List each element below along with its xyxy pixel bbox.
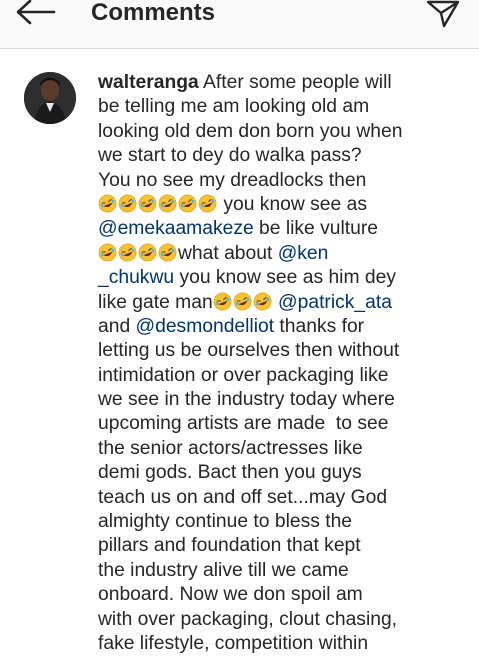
- rolling-on-floor-laughing-emoji-icon: [213, 292, 232, 311]
- mention-link[interactable]: @patrick_ata: [278, 292, 392, 313]
- mention-link[interactable]: @emekaamakeze: [98, 218, 254, 239]
- comment-text-segment: what about: [178, 242, 278, 264]
- comment-line: pillars and foundation that kept: [98, 534, 448, 558]
- comment-text-segment: intimidation or over packaging like: [98, 364, 389, 386]
- comment-line: almighty continue to bless the: [98, 510, 448, 534]
- comment-text: walteranga After some people will be tell…: [98, 71, 448, 656]
- comment-line: with over packaging, clout chasing,: [98, 608, 448, 632]
- mention-link[interactable]: @ken: [278, 243, 329, 264]
- comment-line: upcoming artists are made to see: [98, 412, 448, 436]
- comment-text-segment: thanks for: [274, 315, 365, 337]
- comment-line: we see in the industry today where: [98, 388, 448, 412]
- share-button[interactable]: [425, 0, 461, 28]
- mention-link[interactable]: @desmondelliot: [136, 316, 275, 337]
- comment-username[interactable]: walteranga: [98, 72, 199, 93]
- comment-text-segment: fake lifestyle, competition within: [98, 632, 369, 654]
- comments-header: Comments: [0, 0, 479, 49]
- rolling-on-floor-laughing-emoji-icon: [118, 243, 137, 262]
- comment-line: like gate man @patrick_ata: [98, 291, 448, 315]
- comment-text-segment: we start to dey do walka pass?: [98, 145, 362, 167]
- comment-line: we start to dey do walka pass?: [98, 144, 448, 168]
- rolling-on-floor-laughing-emoji-icon: [233, 292, 252, 311]
- rolling-on-floor-laughing-emoji-icon: [138, 243, 157, 262]
- comment-text-segment: almighty continue to bless the: [98, 511, 353, 533]
- comment-text-segment: be like vulture: [253, 218, 379, 240]
- comment-line: demi gods. Bact then you guys: [98, 461, 448, 485]
- comment-text-segment: the industry alive till we came: [98, 559, 349, 581]
- rolling-on-floor-laughing-emoji-icon: [138, 194, 157, 213]
- comment-text-segment: like gate man: [98, 291, 213, 313]
- comment-text-segment: with over packaging, clout chasing,: [98, 608, 398, 630]
- comment-text-segment: the senior actors/actresses like: [98, 437, 363, 459]
- rolling-on-floor-laughing-emoji-icon: [253, 292, 272, 311]
- comment-line: what about @ken: [98, 242, 448, 266]
- comment-line: fake lifestyle, competition within: [98, 632, 448, 656]
- avatar[interactable]: [24, 72, 76, 124]
- comment-line: intimidation or over packaging like: [98, 364, 448, 388]
- comment-line: walteranga After some people will: [98, 71, 448, 95]
- rolling-on-floor-laughing-emoji-icon: [178, 194, 197, 213]
- comment-line: the senior actors/actresses like: [98, 437, 448, 461]
- rolling-on-floor-laughing-emoji-icon: [198, 194, 217, 213]
- comment-text-segment: and: [98, 315, 136, 337]
- comment-text-segment: pillars and foundation that kept: [98, 535, 361, 557]
- comment-text-segment: onboard. Now we don spoil am: [98, 584, 363, 606]
- profile-photo: [24, 72, 76, 124]
- comment-line: looking old dem don born you when: [98, 120, 448, 144]
- comment-text-segment: you know see as: [218, 193, 367, 215]
- rolling-on-floor-laughing-emoji-icon: [98, 243, 117, 262]
- comment-text-segment: After some people will: [198, 72, 392, 93]
- back-button[interactable]: [14, 0, 58, 28]
- comment-text-segment: demi gods. Bact then you guys: [98, 462, 362, 484]
- rolling-on-floor-laughing-emoji-icon: [98, 194, 117, 213]
- comment-line: @emekaamakeze be like vulture: [98, 217, 448, 241]
- mention-link[interactable]: _chukwu: [98, 267, 174, 288]
- comment-line: You no see my dreadlocks then: [98, 169, 448, 193]
- comment-text-segment: letting us be ourselves then without: [98, 340, 400, 362]
- comment-text-segment: be telling me am looking old am: [98, 96, 370, 118]
- comment-line: the industry alive till we came: [98, 559, 448, 583]
- rolling-on-floor-laughing-emoji-icon: [158, 243, 177, 262]
- arrow-left-icon: [16, 0, 56, 25]
- comment-line: be telling me am looking old am: [98, 95, 448, 119]
- rolling-on-floor-laughing-emoji-icon: [118, 194, 137, 213]
- comment-line: and @desmondelliot thanks for: [98, 315, 448, 339]
- comment-line: teach us on and off set...may God: [98, 486, 448, 510]
- comment-line: _chukwu you know see as him dey: [98, 266, 448, 290]
- comment-text-segment: looking old dem don born you when: [98, 120, 403, 142]
- paper-plane-icon: [426, 0, 460, 28]
- page-title: Comments: [91, 0, 216, 26]
- comment-line: onboard. Now we don spoil am: [98, 583, 448, 607]
- comment-text-segment: You no see my dreadlocks then: [98, 169, 367, 191]
- comment-text-segment: teach us on and off set...may God: [98, 486, 388, 508]
- comment-text-segment: we see in the industry today where: [98, 389, 395, 411]
- comment-line: letting us be ourselves then without: [98, 339, 448, 363]
- comment-line: you know see as: [98, 193, 448, 217]
- comment-text-segment: upcoming artists are made to see: [98, 413, 389, 435]
- comment-text-segment: you know see as him dey: [174, 267, 396, 289]
- rolling-on-floor-laughing-emoji-icon: [158, 194, 177, 213]
